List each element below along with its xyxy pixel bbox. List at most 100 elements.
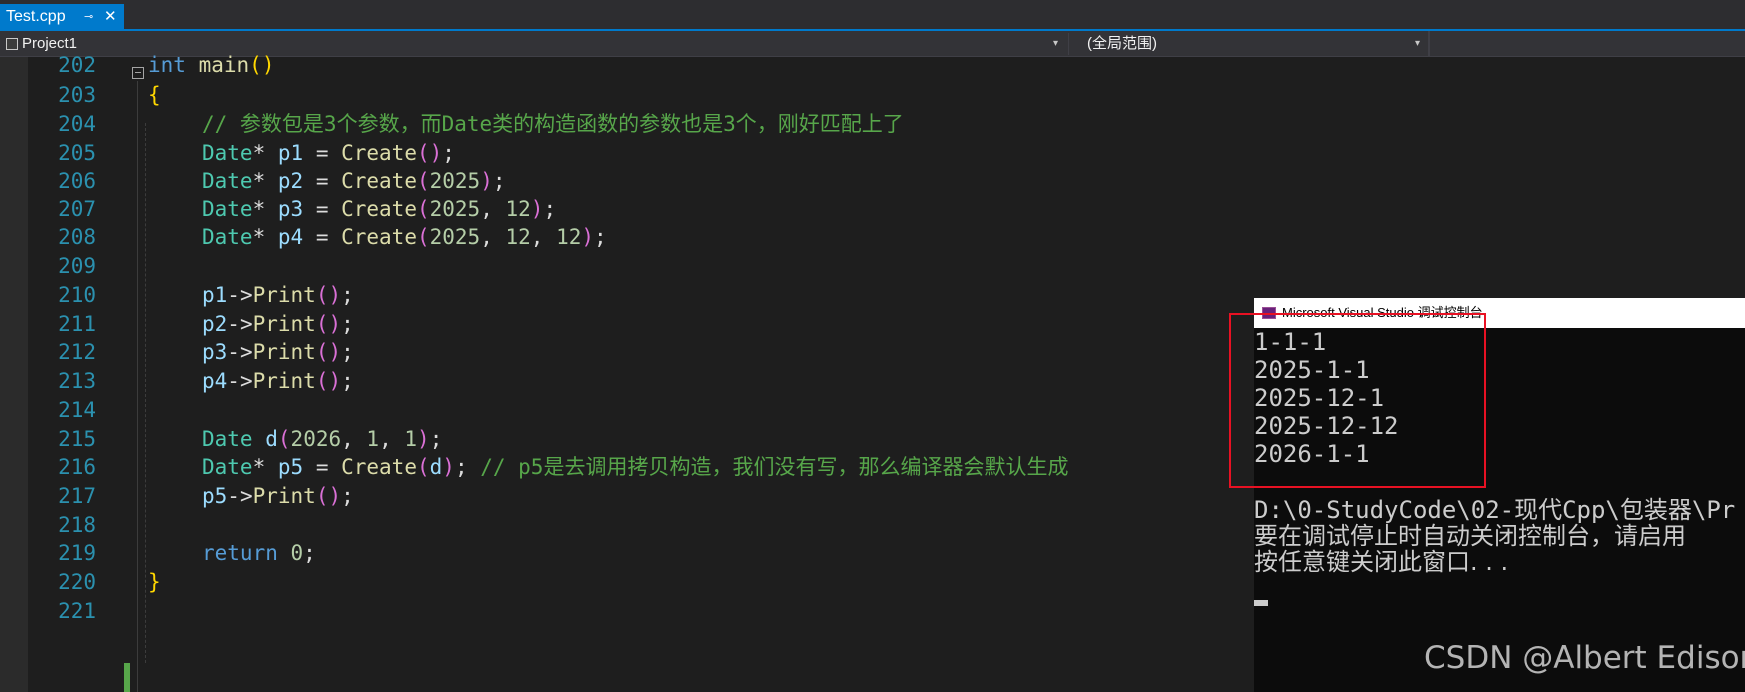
operator: = (303, 141, 342, 165)
number-literal: 12 (556, 225, 582, 249)
semicolon: ; (341, 340, 354, 364)
project-icon (6, 38, 18, 50)
type-name: Date (202, 141, 253, 165)
operator: = (303, 169, 342, 193)
paren: ( (416, 141, 430, 165)
chevron-down-icon[interactable]: ▾ (1415, 33, 1420, 55)
code-line-208: Date* p4 = Create(2025, 12, 12); (202, 221, 607, 253)
type-name: Date (202, 169, 253, 193)
line-number: 204 (58, 112, 96, 136)
paren: ) (261, 53, 275, 77)
semicolon: ; (341, 283, 354, 307)
operator: = (303, 455, 342, 479)
paren: ( (416, 455, 430, 479)
indicator-margin (0, 57, 28, 692)
paren: ) (530, 197, 544, 221)
number-literal: 1 (366, 427, 380, 451)
code-line-213: p4->Print(); (202, 365, 354, 397)
operator: -> (227, 312, 253, 336)
scope-dropdown[interactable]: (全局范围) ▾ (1068, 33, 1428, 55)
tab-test-cpp[interactable]: Test.cpp ⊸ ✕ (0, 4, 124, 30)
number-literal: 12 (505, 225, 531, 249)
operator: = (303, 225, 342, 249)
semicolon: ; (341, 369, 354, 393)
variable: d (429, 455, 443, 479)
paren: ) (328, 312, 342, 336)
pin-icon[interactable]: ⊸ (84, 4, 93, 30)
function-name: Print (252, 283, 316, 307)
collapse-icon[interactable] (132, 67, 144, 79)
variable: p3 (277, 197, 304, 221)
close-icon[interactable]: ✕ (104, 4, 117, 30)
variable: p3 (202, 340, 228, 364)
paren: ( (277, 427, 291, 451)
operator: * (252, 169, 278, 193)
operator: * (252, 455, 278, 479)
operator: * (252, 141, 278, 165)
paren: ) (581, 225, 595, 249)
document-tab-strip: Test.cpp ⊸ ✕ (0, 0, 1745, 31)
comma: , (480, 225, 506, 249)
semicolon: ; (543, 197, 557, 221)
code-line-216: Date* p5 = Create(d); // p5是去调用拷贝构造，我们没有… (202, 451, 1068, 483)
code-line-210: p1->Print(); (202, 279, 354, 311)
semicolon: ; (341, 312, 354, 336)
paren: ) (429, 141, 443, 165)
operator: -> (227, 283, 253, 307)
code-line-202: int main() (148, 49, 274, 81)
paren: ) (480, 169, 493, 193)
console-cursor (1254, 600, 1268, 606)
scope-label: (全局范围) (1087, 35, 1157, 52)
function-name: Create (341, 141, 417, 165)
paren: ( (249, 53, 262, 77)
chevron-down-icon[interactable]: ▾ (1053, 33, 1058, 55)
semicolon: ; (429, 427, 443, 451)
semicolon: ; (442, 141, 455, 165)
code-line-203: { (148, 79, 161, 111)
code-line-212: p3->Print(); (202, 336, 354, 368)
variable: p1 (202, 283, 228, 307)
line-number: 210 (58, 283, 96, 307)
variable: p2 (202, 312, 228, 336)
comma: , (480, 197, 506, 221)
line-number: 217 (58, 484, 96, 508)
operator: -> (227, 340, 253, 364)
watermark: CSDN @Albert Edison (1424, 640, 1745, 676)
semicolon: ; (303, 541, 316, 565)
number-literal: 2025 (429, 225, 481, 249)
variable: p4 (277, 225, 304, 249)
code-comment: // 参数包是3个参数，而Date类的构造函数的参数也是3个，刚好匹配上了 (202, 112, 904, 136)
paren: ) (328, 283, 342, 307)
line-number: 208 (58, 225, 96, 249)
operator: * (252, 197, 278, 221)
number-literal: 0 (290, 541, 304, 565)
tab-label: Test.cpp (6, 8, 66, 25)
paren: ) (328, 484, 342, 508)
type-name: Date (202, 225, 253, 249)
function-name: Create (341, 455, 417, 479)
paren: ( (315, 340, 329, 364)
function-name: Create (341, 169, 417, 193)
console-press-key-line: 按任意键关闭此窗口. . . (1254, 548, 1509, 576)
comma: , (530, 225, 557, 249)
function-name: Create (341, 197, 417, 221)
function-name: Print (252, 484, 316, 508)
output-highlight-box (1229, 313, 1486, 488)
line-number: 212 (58, 340, 96, 364)
number-literal: 2025 (429, 169, 481, 193)
code-line-219: return 0; (202, 537, 316, 569)
operator: -> (227, 484, 253, 508)
paren: ) (417, 427, 430, 451)
navbar-divider (1428, 31, 1430, 57)
operator: -> (227, 369, 253, 393)
number-literal: 2026 (290, 427, 342, 451)
line-number: 202 (58, 53, 96, 77)
variable: p1 (277, 141, 304, 165)
function-name: Print (252, 369, 316, 393)
operator: * (252, 225, 278, 249)
paren: ( (416, 225, 430, 249)
number-literal: 2025 (429, 197, 481, 221)
line-number: 213 (58, 369, 96, 393)
